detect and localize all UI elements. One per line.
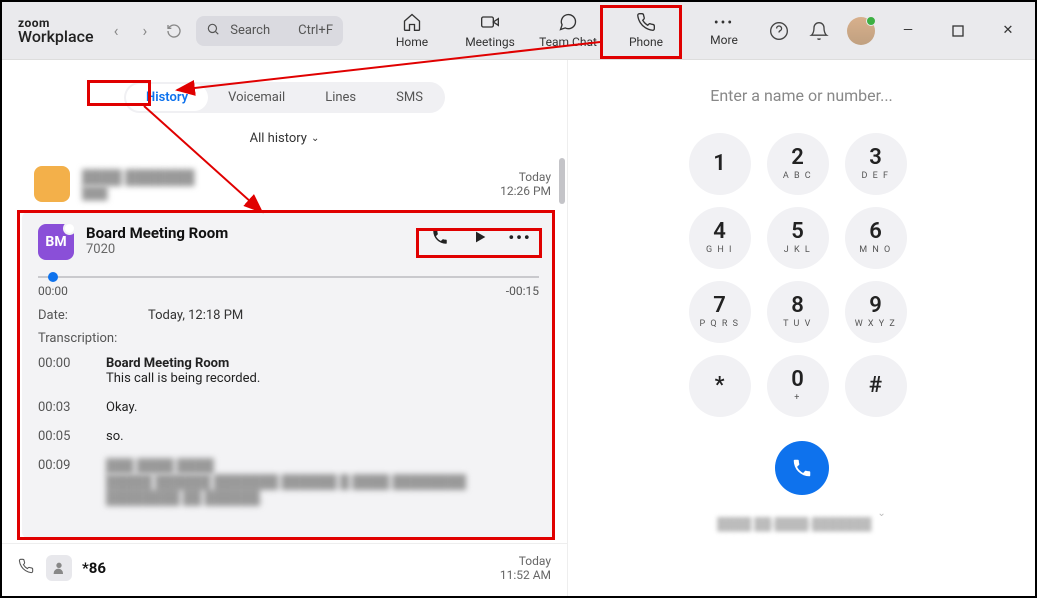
- entry-time: Today 12:26 PM: [500, 170, 551, 198]
- dialpad-key-5[interactable]: 5J K L: [767, 207, 829, 269]
- user-avatar[interactable]: [847, 17, 875, 45]
- dialpad-key-4[interactable]: 4G H I: [689, 207, 751, 269]
- caller-id[interactable]: ████ ██-████-███████: [717, 517, 871, 531]
- dialpad-key-0[interactable]: 0+: [767, 355, 829, 417]
- date-value: Today, 12:18 PM: [148, 308, 243, 323]
- detail-name: Board Meeting Room: [86, 224, 228, 242]
- contact-ext: ███: [82, 186, 488, 200]
- maximize-button[interactable]: [941, 17, 975, 45]
- app-logo: zoom Workplace: [18, 17, 94, 45]
- tab-meetings[interactable]: Meetings: [451, 7, 529, 55]
- nav-forward-button[interactable]: ›: [132, 18, 157, 44]
- call-back-button[interactable]: [431, 228, 449, 246]
- more-actions-button[interactable]: •••: [511, 228, 529, 246]
- transcription-label: Transcription:: [38, 331, 539, 346]
- detail-ext: 7020: [86, 242, 228, 257]
- tab-phone[interactable]: Phone: [607, 7, 685, 55]
- search-box[interactable]: Search Ctrl+F: [196, 16, 343, 46]
- more-icon: •••: [714, 16, 734, 30]
- tab-home[interactable]: Home: [373, 7, 451, 55]
- contact-name: *86: [82, 559, 490, 577]
- phone-sub-tabs: History Voicemail Lines SMS: [124, 82, 445, 113]
- dialpad-key-#[interactable]: #: [845, 355, 907, 417]
- tab-team-chat[interactable]: Team Chat: [529, 7, 607, 55]
- dialpad-key-*[interactable]: *: [689, 355, 751, 417]
- left-pane: History Voicemail Lines SMS All history …: [2, 60, 568, 596]
- play-recording-button[interactable]: [471, 228, 489, 246]
- voicemail-icon: [18, 558, 36, 578]
- sub-tab-sms[interactable]: SMS: [376, 84, 443, 111]
- dial-input[interactable]: Enter a name or number...: [710, 86, 893, 105]
- sub-tab-history[interactable]: History: [126, 84, 208, 111]
- notifications-button[interactable]: [807, 19, 831, 43]
- nav-back-button[interactable]: ‹: [104, 18, 129, 44]
- dialer-pane: Enter a name or number... 1 2A B C 3D E F 4…: [568, 60, 1035, 596]
- transcript-line: 00:03 Okay.: [38, 400, 539, 415]
- dialpad-key-2[interactable]: 2A B C: [767, 133, 829, 195]
- list-item[interactable]: ████ ███████ ███ Today 12:26 PM: [2, 158, 567, 210]
- history-refresh-button[interactable]: [161, 18, 186, 44]
- dialpad-key-1[interactable]: 1: [689, 133, 751, 195]
- help-button[interactable]: [767, 19, 791, 43]
- tab-more[interactable]: ••• More: [685, 7, 763, 55]
- call-button[interactable]: [775, 441, 829, 495]
- scrollbar[interactable]: [559, 158, 565, 204]
- main-nav: Home Meetings Team Chat Phone ••• More: [373, 7, 763, 55]
- sub-tab-voicemail[interactable]: Voicemail: [208, 84, 305, 111]
- remaining-time: -00:15: [506, 284, 539, 298]
- chevron-down-icon: ⌄: [311, 133, 319, 144]
- close-button[interactable]: ✕: [991, 17, 1025, 45]
- search-icon: [206, 22, 220, 40]
- transcript-line: 00:00 Board Meeting Room This call is be…: [38, 356, 539, 386]
- history-list: ████ ███████ ███ Today 12:26 PM BM Board…: [2, 158, 567, 596]
- entry-time: Today 11:52 AM: [500, 554, 551, 582]
- list-item[interactable]: *86 Today 11:52 AM: [2, 543, 567, 596]
- contact-avatar: [34, 166, 70, 202]
- date-label: Date:: [38, 308, 148, 323]
- sub-tab-lines[interactable]: Lines: [305, 84, 376, 111]
- title-bar: zoom Workplace ‹ › Search Ctrl+F Home Me…: [2, 2, 1035, 60]
- titlebar-right: — ✕: [767, 17, 1025, 45]
- dialpad-key-9[interactable]: 9W X Y Z: [845, 281, 907, 343]
- minimize-button[interactable]: —: [891, 17, 925, 45]
- progress-thumb[interactable]: [48, 272, 58, 282]
- contact-avatar: BM: [38, 224, 74, 260]
- dialpad-key-6[interactable]: 6M N O: [845, 207, 907, 269]
- chevron-down-icon: ⌄: [877, 508, 885, 519]
- detail-actions: •••: [421, 224, 539, 250]
- history-filter[interactable]: All history ⌄: [2, 131, 567, 146]
- dialpad-key-8[interactable]: 8T U V: [767, 281, 829, 343]
- transcript-line: 00:09 ███ ████ ████ █████ ██████ ███████…: [38, 458, 539, 506]
- transcript-line: 00:05 so.: [38, 429, 539, 444]
- contact-avatar: [46, 555, 72, 581]
- search-label: Search: [230, 23, 270, 38]
- elapsed-time: 00:00: [38, 284, 68, 298]
- call-detail-card: BM Board Meeting Room 7020 •••: [22, 212, 555, 538]
- dialpad: 1 2A B C 3D E F 4G H I 5J K L 6M N O 7P Q R S 8…: [689, 133, 915, 419]
- playback-progress[interactable]: 00:00 -00:15: [38, 276, 539, 298]
- search-shortcut: Ctrl+F: [298, 23, 333, 38]
- dialpad-key-7[interactable]: 7P Q R S: [689, 281, 751, 343]
- dialpad-key-3[interactable]: 3D E F: [845, 133, 907, 195]
- contact-name: ████ ███████: [82, 169, 488, 186]
